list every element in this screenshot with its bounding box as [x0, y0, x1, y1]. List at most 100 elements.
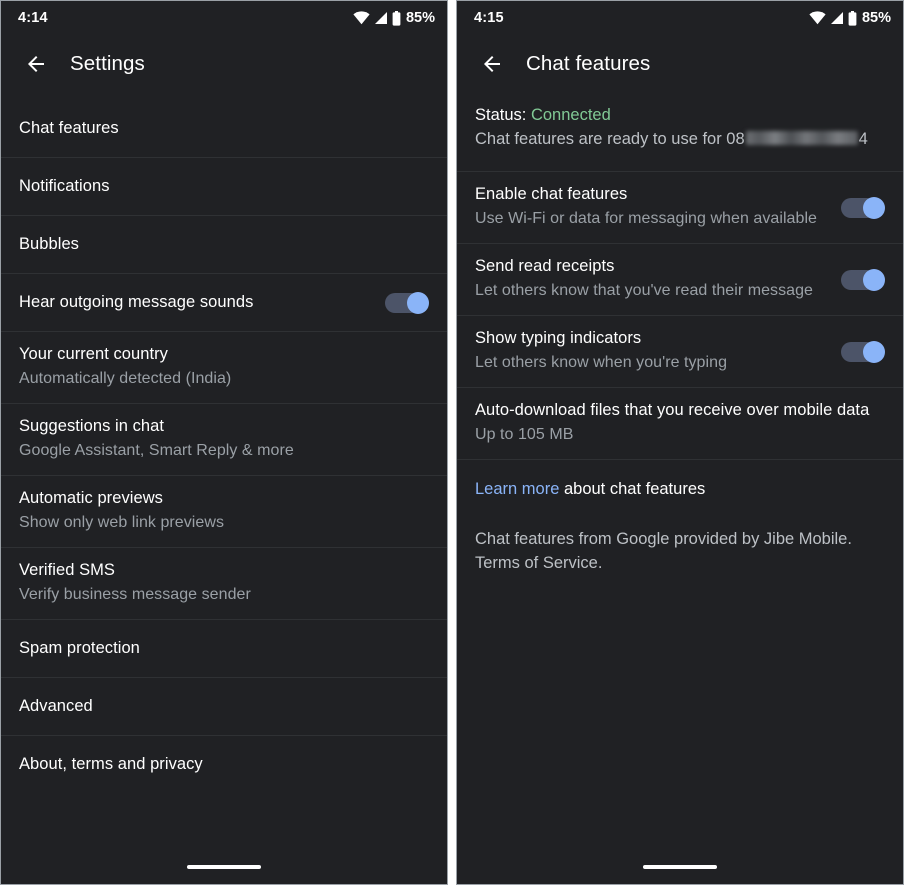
home-indicator[interactable] — [187, 865, 261, 869]
row-subtitle: Google Assistant, Smart Reply & more — [19, 442, 294, 459]
toggle-show-typing-indicators[interactable] — [841, 340, 885, 363]
row-subtitle: Automatically detected (India) — [19, 370, 232, 387]
toggle-thumb — [407, 291, 429, 314]
row-text: Chat features — [19, 100, 429, 157]
row-subtitle: Up to 105 MB — [475, 426, 574, 443]
settings-item-verified-sms[interactable]: Verified SMS Verify business message sen… — [1, 547, 447, 619]
row-text: Spam protection — [19, 620, 429, 677]
chat-features-screen: 4:15 85% Chat features Status: Connected… — [456, 0, 904, 885]
settings-list: Chat features Notifications Bubbles Hear… — [1, 99, 447, 850]
footer-block: Learn more about chat features Chat feat… — [457, 459, 903, 575]
row-subtitle: Let others know that you've read their m… — [475, 282, 813, 299]
settings-item-spam-protection[interactable]: Spam protection — [1, 619, 447, 677]
row-text: Bubbles — [19, 216, 429, 273]
status-detail-line: Chat features are ready to use for 08 4 — [475, 127, 885, 151]
status-bar-right: 4:15 85% — [457, 1, 903, 35]
learn-more-link[interactable]: Learn more — [475, 480, 559, 498]
toggle-hear-outgoing-message-sounds[interactable] — [385, 291, 429, 314]
setting-send-read-receipts[interactable]: Send read receipts Let others know that … — [457, 243, 903, 315]
settings-item-your-current-country[interactable]: Your current country Automatically detec… — [1, 331, 447, 403]
page-title: Settings — [70, 52, 145, 75]
row-subtitle: Let others know when you're typing — [475, 354, 728, 371]
settings-item-about-terms-and-privacy[interactable]: About, terms and privacy — [1, 735, 447, 793]
row-text: Auto-download files that you receive ove… — [475, 388, 885, 459]
row-text: About, terms and privacy — [19, 736, 429, 793]
row-subtitle: Verify business message sender — [19, 586, 251, 603]
settings-item-hear-outgoing-message-sounds[interactable]: Hear outgoing message sounds — [1, 273, 447, 331]
row-text: Send read receipts Let others know that … — [475, 244, 825, 315]
settings-item-advanced[interactable]: Advanced — [1, 677, 447, 735]
settings-item-bubbles[interactable]: Bubbles — [1, 215, 447, 273]
chat-features-list: Enable chat features Use Wi-Fi or data f… — [457, 171, 903, 850]
learn-more-rest: about chat features — [559, 480, 706, 498]
back-arrow-icon[interactable] — [19, 47, 53, 81]
row-text: Automatic previews Show only web link pr… — [19, 476, 429, 547]
row-text: Enable chat features Use Wi-Fi or data f… — [475, 172, 825, 243]
row-title: Hear outgoing message sounds — [19, 293, 254, 311]
connection-status-block: Status: Connected Chat features are read… — [457, 99, 903, 171]
status-detail-prefix: Chat features are ready to use for 08 — [475, 130, 745, 148]
row-title: Enable chat features — [475, 185, 628, 203]
battery-icon — [848, 10, 857, 26]
settings-item-automatic-previews[interactable]: Automatic previews Show only web link pr… — [1, 475, 447, 547]
status-line: Status: Connected — [475, 103, 885, 127]
row-subtitle: Use Wi-Fi or data for messaging when ava… — [475, 210, 818, 227]
home-indicator[interactable] — [643, 865, 717, 869]
wifi-icon — [353, 11, 370, 25]
row-title: Your current country — [19, 345, 168, 363]
setting-auto-download-files[interactable]: Auto-download files that you receive ove… — [457, 387, 903, 459]
status-bar-time: 4:14 — [18, 10, 48, 26]
row-title: About, terms and privacy — [19, 755, 203, 773]
back-arrow-icon[interactable] — [475, 47, 509, 81]
battery-percent-label: 85% — [405, 10, 435, 26]
status-bar-time: 4:15 — [474, 10, 504, 26]
provider-note: Chat features from Google provided by Ji… — [475, 530, 852, 572]
home-indicator-area-left — [1, 850, 447, 884]
row-text: Hear outgoing message sounds — [19, 274, 369, 331]
wifi-icon — [809, 11, 826, 25]
row-title: Advanced — [19, 697, 93, 715]
settings-item-notifications[interactable]: Notifications — [1, 157, 447, 215]
row-title: Auto-download files that you receive ove… — [475, 401, 870, 419]
status-bar-left: 4:14 85% — [1, 1, 447, 35]
row-title: Verified SMS — [19, 561, 115, 579]
row-title: Notifications — [19, 177, 110, 195]
status-badge: Connected — [530, 106, 611, 124]
status-label: Status: — [475, 106, 527, 124]
setting-enable-chat-features[interactable]: Enable chat features Use Wi-Fi or data f… — [457, 171, 903, 243]
row-text: Notifications — [19, 158, 429, 215]
row-title: Automatic previews — [19, 489, 163, 507]
row-title: Chat features — [19, 118, 119, 137]
cellular-signal-icon — [830, 11, 844, 25]
learn-more-line: Learn more about chat features — [475, 477, 885, 501]
row-title: Suggestions in chat — [19, 417, 164, 435]
settings-item-chat-features[interactable]: Chat features — [1, 99, 447, 157]
row-title: Send read receipts — [475, 257, 615, 275]
toggle-send-read-receipts[interactable] — [841, 268, 885, 291]
row-text: Your current country Automatically detec… — [19, 332, 429, 403]
battery-percent-label: 85% — [861, 10, 891, 26]
battery-icon — [392, 10, 401, 26]
row-text: Advanced — [19, 678, 429, 735]
status-detail-suffix: 4 — [858, 130, 868, 148]
cellular-signal-icon — [374, 11, 388, 25]
row-text: Verified SMS Verify business message sen… — [19, 548, 429, 619]
row-title: Bubbles — [19, 235, 79, 253]
toggle-enable-chat-features[interactable] — [841, 196, 885, 219]
setting-show-typing-indicators[interactable]: Show typing indicators Let others know w… — [457, 315, 903, 387]
row-text: Suggestions in chat Google Assistant, Sm… — [19, 404, 429, 475]
home-indicator-area-right — [457, 850, 903, 884]
toggle-thumb — [863, 340, 885, 363]
row-text: Show typing indicators Let others know w… — [475, 316, 825, 387]
row-title: Spam protection — [19, 639, 140, 657]
status-bar-indicators: 85% — [353, 10, 435, 26]
toggle-thumb — [863, 268, 885, 291]
app-bar-right: Chat features — [457, 35, 903, 99]
settings-item-suggestions-in-chat[interactable]: Suggestions in chat Google Assistant, Sm… — [1, 403, 447, 475]
dual-screenshot-stage: 4:14 85% Settings Chat features Notifica… — [0, 0, 904, 885]
settings-screen: 4:14 85% Settings Chat features Notifica… — [0, 0, 448, 885]
redacted-phone-number — [745, 131, 858, 145]
page-title: Chat features — [526, 52, 651, 75]
